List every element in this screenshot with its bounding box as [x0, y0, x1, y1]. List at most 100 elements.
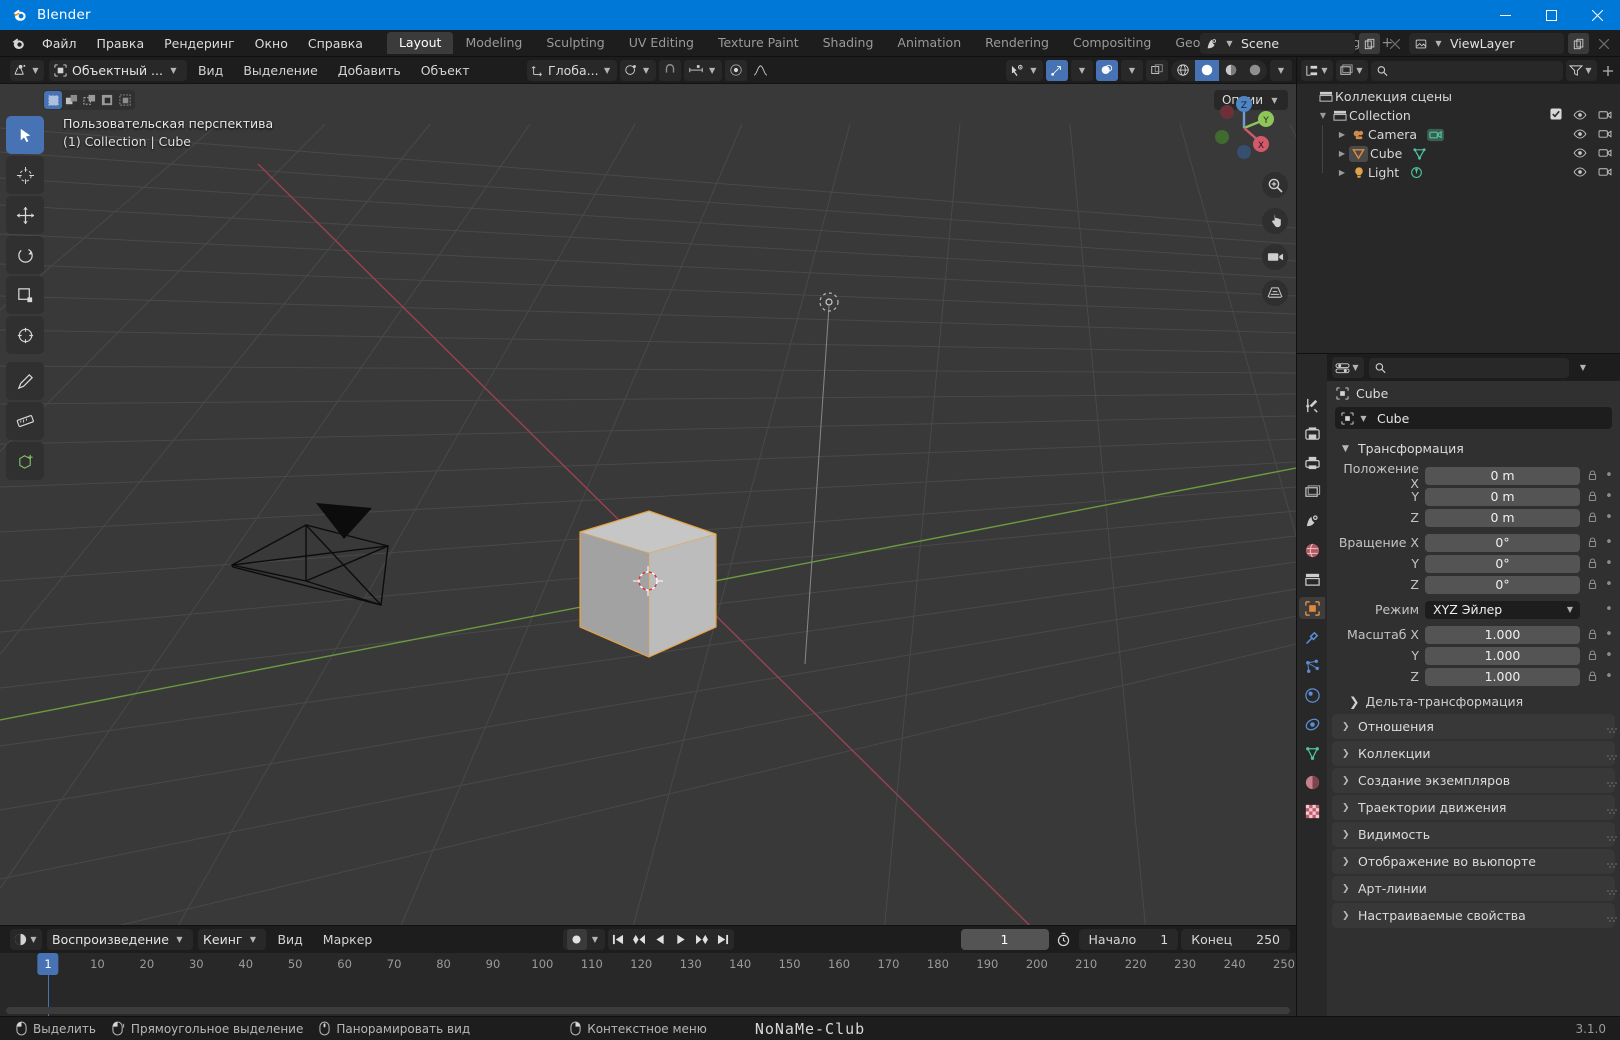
camera-view-button[interactable]: [1262, 244, 1288, 270]
use-preview-range-icon[interactable]: [1052, 929, 1076, 950]
outliner-search-box[interactable]: [1371, 61, 1563, 81]
viewport-menu-object[interactable]: Объект: [412, 60, 479, 81]
outliner-row-collection[interactable]: ▼ Collection: [1297, 106, 1620, 125]
tool-annotate-button[interactable]: [6, 362, 44, 400]
workspace-tab-compositing[interactable]: Compositing: [1061, 32, 1163, 54]
menu-edit[interactable]: Правка: [87, 33, 155, 54]
properties-content[interactable]: Cube ▼ Cube ▼ Трансформация: [1327, 381, 1620, 1016]
workspace-tab-animation[interactable]: Animation: [885, 32, 973, 54]
properties-tab-scene[interactable]: [1299, 510, 1325, 532]
navigation-gizmo[interactable]: Z Y X: [1208, 92, 1280, 164]
select-difference-mode-button[interactable]: [98, 91, 116, 109]
minimize-button[interactable]: [1482, 0, 1528, 30]
value-location-z[interactable]: 0 m: [1425, 509, 1580, 527]
lock-rotation-x-icon[interactable]: [1586, 537, 1598, 548]
shading-solid-button[interactable]: [1195, 60, 1219, 81]
panel-visibility-header[interactable]: ❯ Видимость: [1332, 822, 1615, 847]
outliner-row-scene-collection[interactable]: Коллекция сцены: [1297, 87, 1620, 106]
animate-rotation-z-icon[interactable]: •: [1604, 577, 1614, 592]
lock-location-y-icon[interactable]: [1586, 491, 1598, 502]
outliner-search-input[interactable]: [1393, 64, 1557, 78]
show-overlays-toggle[interactable]: [1096, 60, 1118, 81]
properties-tab-constraints[interactable]: [1299, 713, 1325, 735]
mesh-data-icon[interactable]: [1412, 147, 1427, 161]
transform-orientation-selector[interactable]: Глоба... ▼: [527, 60, 617, 81]
properties-tab-particles[interactable]: [1299, 655, 1325, 677]
collection-visibility-eye-icon[interactable]: [1573, 108, 1587, 123]
cube-visibility-eye-icon[interactable]: [1573, 146, 1587, 161]
panel-transform-header[interactable]: ▼ Трансформация: [1332, 436, 1615, 461]
value-rotation-x[interactable]: 0°: [1425, 534, 1580, 552]
value-scale-z[interactable]: 1.000: [1425, 668, 1580, 686]
remove-viewlayer-button[interactable]: [1593, 33, 1614, 54]
editor-type-selector[interactable]: ▼: [10, 60, 44, 81]
properties-tab-object-data[interactable]: [1299, 742, 1325, 764]
panel-relations-header[interactable]: ❯ Отношения: [1332, 714, 1615, 739]
workspace-tab-shading[interactable]: Shading: [811, 32, 886, 54]
new-viewlayer-button[interactable]: [1568, 33, 1589, 54]
play-reverse-button[interactable]: [650, 929, 671, 950]
timeline-horizontal-scrollbar[interactable]: [6, 1007, 1290, 1014]
animate-location-x-icon[interactable]: •: [1604, 468, 1614, 483]
animate-location-y-icon[interactable]: •: [1604, 489, 1614, 504]
select-subtract-mode-button[interactable]: [80, 91, 98, 109]
value-rotation-y[interactable]: 0°: [1425, 555, 1580, 573]
close-button[interactable]: [1574, 0, 1620, 30]
lock-rotation-z-icon[interactable]: [1586, 579, 1598, 590]
tool-tweak-button[interactable]: [6, 116, 44, 154]
animate-scale-y-icon[interactable]: •: [1604, 648, 1614, 663]
outliner-row-camera[interactable]: ▶ Camera: [1297, 125, 1620, 144]
tool-move-button[interactable]: [6, 196, 44, 234]
camera-disclosure-triangle[interactable]: ▶: [1335, 130, 1349, 139]
menu-render[interactable]: Рендеринг: [154, 33, 245, 54]
workspace-tab-layout[interactable]: Layout: [387, 32, 454, 54]
outliner-editor-type-selector[interactable]: ▼: [1301, 60, 1333, 81]
value-location-x[interactable]: 0 m: [1425, 467, 1580, 485]
light-visibility-eye-icon[interactable]: [1573, 165, 1587, 180]
properties-tab-collection[interactable]: [1299, 568, 1325, 590]
tool-rotate-button[interactable]: [6, 236, 44, 274]
animate-rotation-mode-icon[interactable]: •: [1604, 602, 1614, 617]
show-gizmo-toggle[interactable]: [1046, 60, 1068, 81]
panel-instancing-header[interactable]: ❯ Создание экземпляров: [1332, 768, 1615, 793]
lock-scale-x-icon[interactable]: [1586, 629, 1598, 640]
blender-menu-icon[interactable]: [8, 36, 28, 51]
collection-disclosure-triangle[interactable]: ▼: [1316, 111, 1330, 120]
animate-rotation-y-icon[interactable]: •: [1604, 556, 1614, 571]
lock-rotation-y-icon[interactable]: [1586, 558, 1598, 569]
light-disclosure-triangle[interactable]: ▶: [1335, 168, 1349, 177]
collection-checkbox[interactable]: [1550, 108, 1562, 123]
unlink-scene-button[interactable]: [1384, 33, 1405, 54]
value-location-y[interactable]: 0 m: [1425, 488, 1580, 506]
value-scale-y[interactable]: 1.000: [1425, 647, 1580, 665]
camera-render-icon[interactable]: [1598, 127, 1612, 142]
tool-transform-button[interactable]: [6, 316, 44, 354]
properties-tab-physics[interactable]: [1299, 684, 1325, 706]
properties-search-box[interactable]: [1369, 358, 1569, 378]
tool-add-cube-button[interactable]: [6, 442, 44, 480]
properties-tab-tool[interactable]: [1299, 394, 1325, 416]
properties-tab-object[interactable]: [1299, 597, 1325, 619]
workspace-tab-rendering[interactable]: Rendering: [973, 32, 1061, 54]
panel-delta-transform-header[interactable]: ❯ Дельта-трансформация: [1327, 690, 1620, 712]
frame-start-field[interactable]: Начало 1: [1079, 929, 1179, 950]
menu-window[interactable]: Окно: [245, 33, 298, 54]
interaction-mode-selector[interactable]: Объектный ... ▼: [49, 60, 187, 81]
viewport-menu-add[interactable]: Добавить: [329, 60, 410, 81]
object-name-field[interactable]: ▼ Cube: [1335, 407, 1612, 429]
properties-tab-material[interactable]: [1299, 771, 1325, 793]
viewlayer-selector[interactable]: ▼ ViewLayer: [1409, 33, 1564, 54]
workspace-tab-sculpting[interactable]: Sculpting: [534, 32, 616, 54]
jump-to-previous-keyframe-button[interactable]: [629, 929, 650, 950]
jump-to-start-button[interactable]: [608, 929, 629, 950]
menu-file[interactable]: Файл: [32, 33, 87, 54]
play-button[interactable]: [671, 929, 692, 950]
panel-collections-header[interactable]: ❯ Коллекции: [1332, 741, 1615, 766]
scene-name-field[interactable]: Scene: [1235, 33, 1355, 54]
outliner-filter-button[interactable]: ▼: [1566, 60, 1597, 81]
outliner-row-light[interactable]: ▶ Light: [1297, 163, 1620, 182]
workspace-tab-texture-paint[interactable]: Texture Paint: [706, 32, 811, 54]
outliner-row-cube[interactable]: ▶ Cube: [1297, 144, 1620, 163]
lock-location-x-icon[interactable]: [1586, 470, 1598, 481]
tool-scale-button[interactable]: [6, 276, 44, 314]
